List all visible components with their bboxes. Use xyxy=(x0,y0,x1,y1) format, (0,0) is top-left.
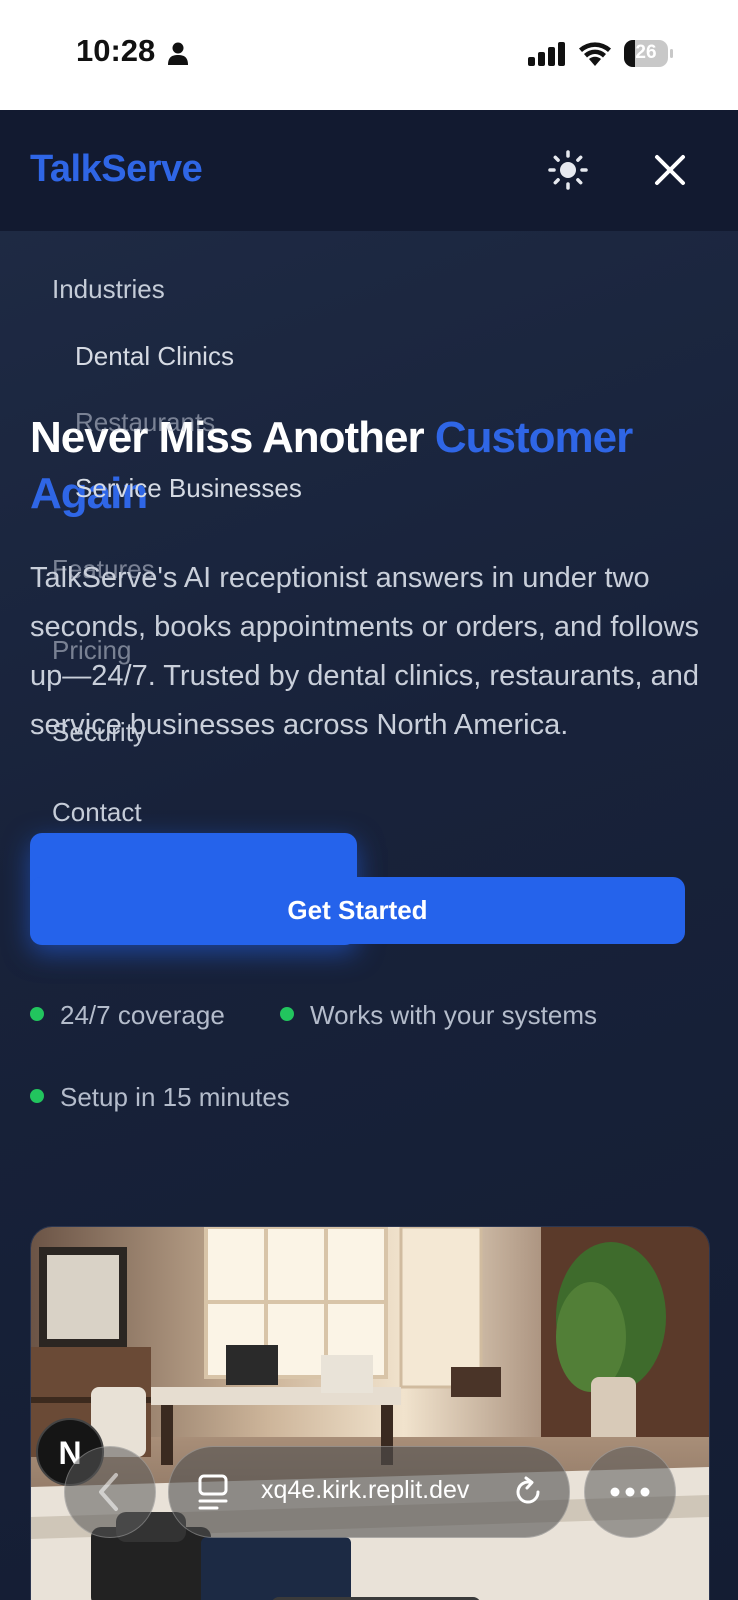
feature-label: 24/7 coverage xyxy=(60,1000,225,1030)
back-button[interactable] xyxy=(64,1446,156,1538)
mobile-menu: Industries Dental Clinics Restaurants Se… xyxy=(0,231,738,951)
menu-item-industries[interactable]: Industries xyxy=(52,274,165,305)
menu-item-pricing[interactable]: Pricing xyxy=(52,635,131,666)
close-icon xyxy=(655,155,685,185)
page: Never Miss Another Customer Again TalkSer… xyxy=(0,110,738,1600)
feature-item: Setup in 15 minutes xyxy=(30,1082,290,1113)
battery-level: 26 xyxy=(635,42,657,63)
status-time: 10:28 xyxy=(76,33,156,68)
feature-item: 24/7 coverage xyxy=(30,1000,225,1031)
chevron-left-icon xyxy=(99,1473,118,1511)
menu-item-security[interactable]: Security xyxy=(52,717,146,748)
navbar: TalkServe xyxy=(0,110,738,231)
close-menu-button[interactable] xyxy=(648,148,692,192)
menu-item-restaurants[interactable]: Restaurants xyxy=(75,407,215,438)
menu-item-contact[interactable]: Contact xyxy=(52,797,142,828)
status-dot-icon xyxy=(30,1089,44,1104)
wifi-icon xyxy=(579,42,611,66)
status-bar: 10:28 26 xyxy=(0,0,738,110)
menu-item-service-businesses[interactable]: Service Businesses xyxy=(75,473,302,504)
browser-toolbar: xq4e.kirk.replit.dev xyxy=(0,1440,738,1600)
brand-logo[interactable]: TalkServe xyxy=(30,148,203,191)
tabs-icon xyxy=(198,1474,228,1510)
person-icon xyxy=(168,42,188,65)
status-dot-icon xyxy=(280,1007,294,1022)
status-dot-icon xyxy=(30,1007,44,1022)
more-options-button[interactable] xyxy=(584,1446,676,1538)
url-text: xq4e.kirk.replit.dev xyxy=(261,1476,470,1504)
feature-label: Setup in 15 minutes xyxy=(60,1082,290,1112)
cellular-signal-icon xyxy=(528,42,565,66)
menu-item-features[interactable]: Features xyxy=(52,554,155,585)
sun-icon xyxy=(548,150,588,190)
menu-item-dental-clinics[interactable]: Dental Clinics xyxy=(75,341,234,372)
feature-item: Works with your systems xyxy=(280,1000,597,1031)
more-icon xyxy=(610,1487,650,1497)
theme-toggle-button[interactable] xyxy=(548,150,588,190)
reload-icon[interactable] xyxy=(511,1475,545,1509)
feature-label: Works with your systems xyxy=(310,1000,598,1030)
battery-icon: 26 xyxy=(624,40,673,67)
address-bar[interactable]: xq4e.kirk.replit.dev xyxy=(168,1446,570,1538)
